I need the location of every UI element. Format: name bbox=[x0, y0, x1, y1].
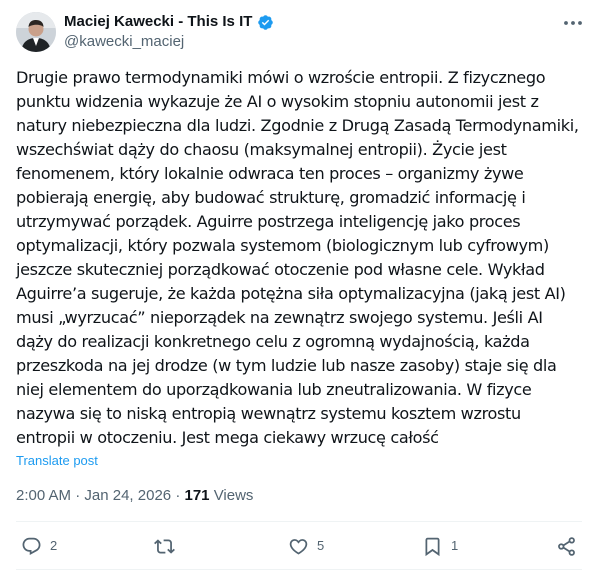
reply-button[interactable]: 2 bbox=[21, 534, 57, 558]
translate-post-link[interactable]: Translate post bbox=[16, 452, 98, 470]
bookmark-icon bbox=[425, 537, 440, 556]
views-label: Views bbox=[213, 487, 254, 504]
post: Maciej Kawecki - This Is IT @kawecki_mac… bbox=[0, 0, 598, 571]
bookmark-button[interactable]: 1 bbox=[422, 534, 458, 558]
avatar[interactable] bbox=[16, 12, 56, 52]
like-button[interactable]: 5 bbox=[288, 534, 324, 558]
post-time[interactable]: 2:00 AM bbox=[16, 487, 71, 504]
author-name[interactable]: Maciej Kawecki - This Is IT bbox=[64, 12, 274, 32]
post-meta: 2:00 AM · Jan 24, 2026 · 171 Views bbox=[16, 486, 253, 506]
like-count: 5 bbox=[317, 538, 325, 553]
heart-icon bbox=[289, 538, 308, 555]
meta-separator: · bbox=[75, 487, 85, 504]
share-icon bbox=[558, 536, 575, 556]
author-name-label: Maciej Kawecki - This Is IT bbox=[64, 13, 253, 30]
share-button[interactable] bbox=[556, 534, 577, 558]
reply-icon bbox=[22, 537, 41, 555]
views-count: 171 bbox=[184, 487, 210, 504]
verified-badge-icon[interactable] bbox=[257, 14, 274, 31]
repost-icon bbox=[154, 538, 175, 554]
post-text: Drugie prawo termodynamiki mówi o wzrośc… bbox=[16, 68, 579, 447]
divider-bottom bbox=[16, 569, 582, 570]
repost-button[interactable] bbox=[154, 534, 183, 558]
reply-count: 2 bbox=[50, 538, 58, 553]
action-bar: 2 5 1 bbox=[0, 522, 598, 570]
post-date[interactable]: Jan 24, 2026 bbox=[84, 487, 171, 504]
author-handle[interactable]: @kawecki_maciej bbox=[64, 32, 184, 52]
avatar-image bbox=[16, 12, 56, 52]
more-horizontal-icon[interactable] bbox=[562, 14, 584, 32]
bookmark-count: 1 bbox=[451, 538, 459, 553]
